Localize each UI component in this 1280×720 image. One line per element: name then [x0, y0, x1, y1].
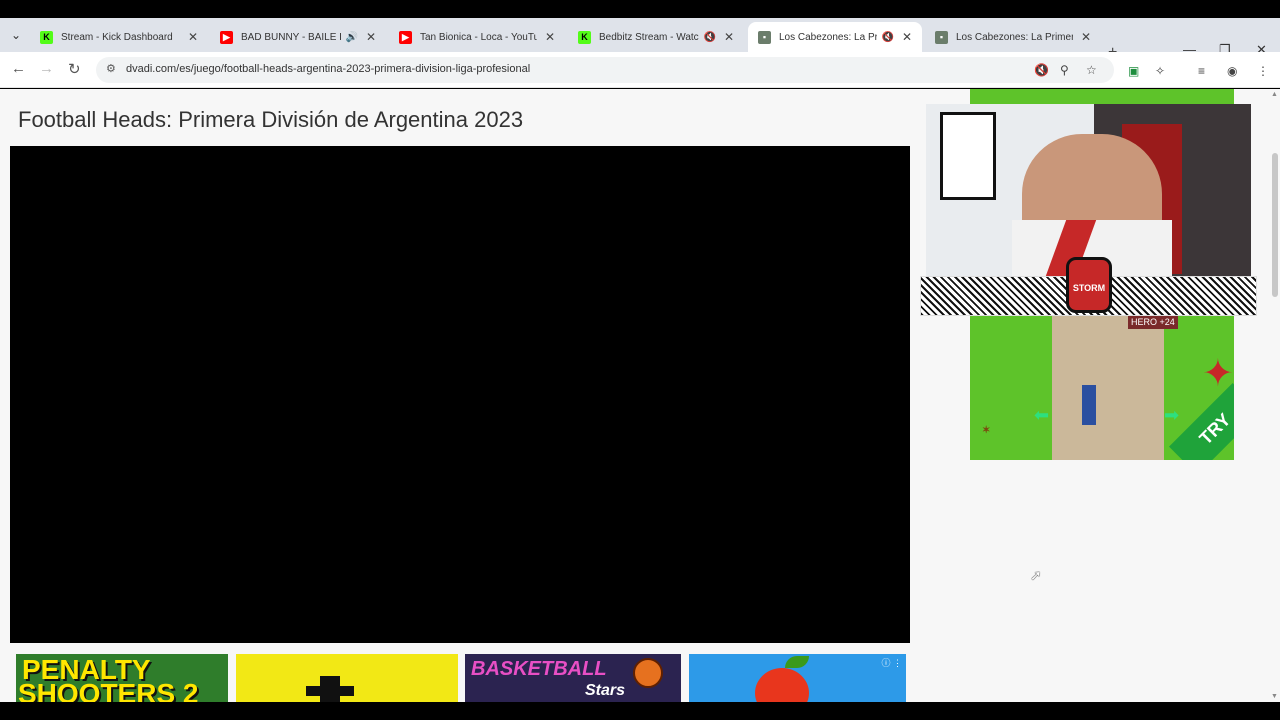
thumbnail-title: Stars	[585, 682, 626, 699]
tab-title: Los Cabezones: La Prime	[779, 31, 878, 43]
site-settings-icon[interactable]: ⚙	[106, 62, 116, 75]
close-tab-icon[interactable]: ✕	[724, 30, 734, 44]
streamer-badge-logo: STORM	[1066, 257, 1112, 313]
close-tab-icon[interactable]: ✕	[188, 30, 198, 44]
scrollbar-thumb[interactable]	[1272, 153, 1278, 297]
browser-toolbar: ← → ↻ ⚙ dvadi.com/es/juego/football-head…	[0, 52, 1280, 88]
ad-hero-badge: HERO +24	[1128, 315, 1178, 329]
game-thumbnail-penalty-shooters[interactable]: PENALTY SHOOTERS 2	[16, 654, 228, 702]
extension-record-icon[interactable]: ▣	[1128, 64, 1139, 78]
zoom-icon[interactable]: ⚲	[1060, 63, 1069, 77]
forward-arrow-icon[interactable]: →	[39, 60, 54, 77]
reload-icon[interactable]: ↻	[68, 60, 81, 78]
game-thumbnail-yellow[interactable]	[236, 654, 458, 702]
speaker-icon[interactable]: 🔊	[345, 32, 357, 43]
menu-kebab-icon[interactable]: ⋮	[1257, 64, 1269, 78]
tab-tan-bionica[interactable]: ▶ Tan Bionica - Loca - YouTube ✕	[389, 22, 565, 52]
tab-los-cabezones-2[interactable]: ▪ Los Cabezones: La Primera D ✕	[925, 22, 1101, 52]
screen-top-bar	[0, 0, 1280, 18]
left-arrow-icon: ⬅	[1034, 405, 1050, 425]
tab-title: Los Cabezones: La Primera D	[956, 31, 1073, 43]
tab-bad-bunny[interactable]: ▶ BAD BUNNY - BAILE INo 🔊 ✕	[210, 22, 386, 52]
thumbnail-title: SHOOTERS 2	[18, 678, 199, 703]
tab-kick-dashboard[interactable]: K Stream - Kick Dashboard ✕	[30, 22, 208, 52]
spider-logo-icon: ✦	[1202, 353, 1234, 395]
spiderman-poster	[940, 112, 996, 200]
muted-speaker-icon[interactable]: 🔇	[703, 32, 715, 43]
game-thumbnail-apple[interactable]: ⓘ ⋮	[689, 654, 906, 702]
basketball-icon	[633, 658, 663, 688]
youtube-icon: ▶	[220, 30, 233, 44]
address-bar[interactable]: ⚙ dvadi.com/es/juego/football-heads-arge…	[96, 57, 1114, 83]
profile-avatar-icon[interactable]: ◉	[1227, 64, 1237, 78]
kick-icon: K	[578, 30, 591, 44]
ad-runner	[1082, 385, 1096, 425]
tab-bedbitz-stream[interactable]: K Bedbitz Stream - Watch 🔇 ✕	[568, 22, 744, 52]
tab-strip: ⌄ K Stream - Kick Dashboard ✕ ▶ BAD BUNN…	[0, 18, 1280, 61]
close-tab-icon[interactable]: ✕	[902, 30, 912, 44]
web-page: Football Heads: Primera División de Arge…	[0, 89, 1270, 702]
game-canvas[interactable]	[10, 146, 910, 643]
back-arrow-icon[interactable]: ←	[11, 60, 26, 77]
page-scrollbar[interactable]: ▲ ▼	[1270, 89, 1280, 702]
game-thumbnail-basketball-stars[interactable]: BASKETBALL Stars	[465, 654, 681, 702]
close-tab-icon[interactable]: ✕	[1081, 30, 1091, 44]
media-controls-icon[interactable]: ≡	[1198, 64, 1205, 78]
right-arrow-icon: ➡	[1164, 405, 1180, 425]
muted-speaker-icon[interactable]: 🔇	[881, 32, 893, 43]
url-text: dvadi.com/es/juego/football-heads-argent…	[126, 63, 531, 75]
page-title: Football Heads: Primera División de Arge…	[18, 107, 524, 132]
close-tab-icon[interactable]: ✕	[366, 30, 376, 44]
extensions-puzzle-icon[interactable]: ✧	[1155, 64, 1165, 78]
site-icon: ▪	[935, 30, 948, 44]
muted-site-icon[interactable]: 🔇	[1034, 63, 1049, 77]
kick-icon: K	[40, 30, 53, 44]
tab-search-chevron-icon[interactable]: ⌄	[4, 24, 28, 46]
scroll-down-icon[interactable]: ▼	[1271, 693, 1278, 700]
mouse-cursor-icon: ➚	[1030, 567, 1042, 583]
scroll-up-icon[interactable]: ▲	[1271, 91, 1278, 98]
tab-title: BAD BUNNY - BAILE INo	[241, 31, 342, 43]
tab-los-cabezones-active[interactable]: ▪ Los Cabezones: La Prime 🔇 ✕	[748, 22, 922, 52]
apple-icon	[755, 668, 809, 702]
bookmark-star-icon[interactable]: ☆	[1086, 63, 1097, 77]
leaf-icon	[785, 656, 809, 668]
webcam-overlay	[926, 104, 1251, 276]
tab-title: Tan Bionica - Loca - YouTube	[420, 31, 537, 43]
tab-title: Bedbitz Stream - Watch	[599, 31, 700, 43]
thumbnail-shape	[306, 686, 354, 696]
thumbnail-title: BASKETBALL	[471, 658, 607, 680]
ad-logo-icon: ✶	[982, 425, 991, 436]
ad-choices-icon[interactable]: ⓘ ⋮	[881, 656, 902, 669]
youtube-icon: ▶	[399, 30, 412, 44]
site-icon: ▪	[758, 30, 771, 44]
tab-title: Stream - Kick Dashboard	[61, 31, 173, 43]
close-tab-icon[interactable]: ✕	[545, 30, 555, 44]
